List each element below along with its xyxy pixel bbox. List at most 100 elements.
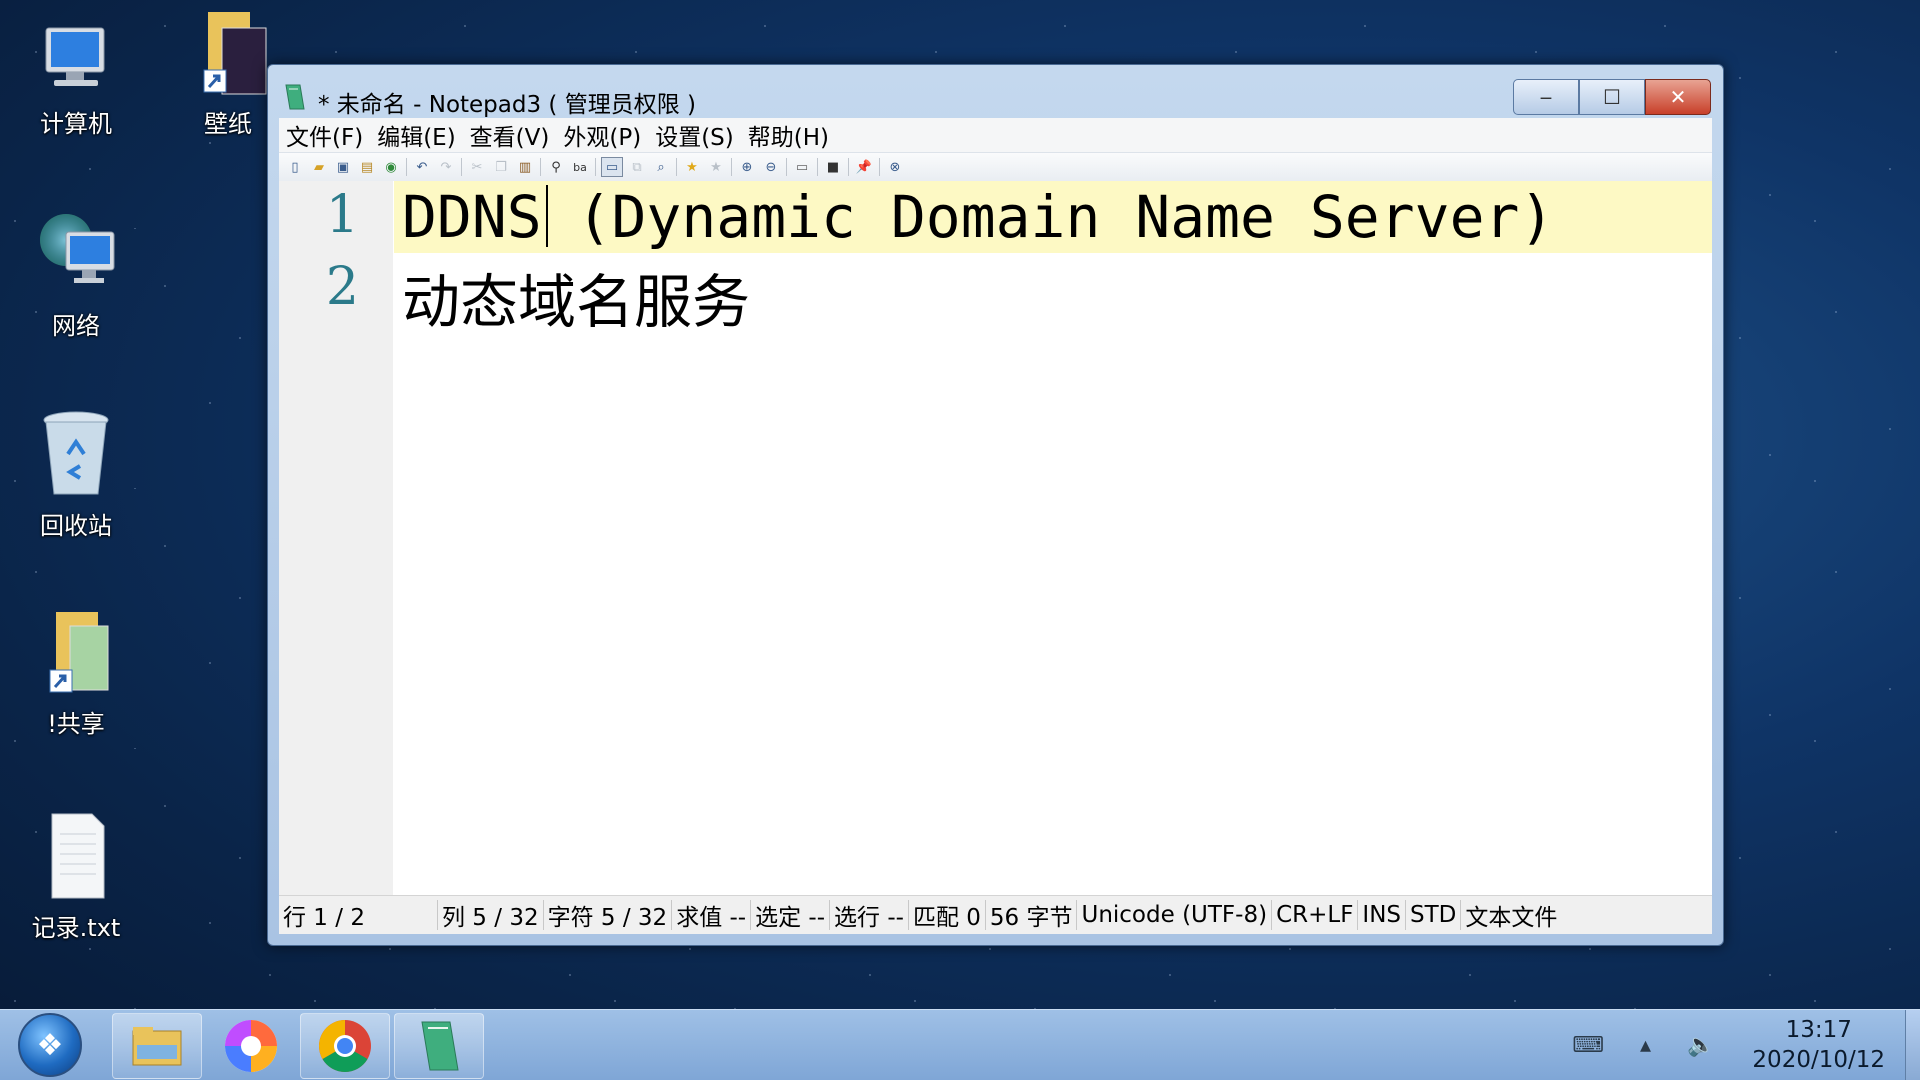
status-sum[interactable]: 求值 --: [672, 900, 752, 931]
desktop-icon-network[interactable]: 网络: [16, 206, 136, 341]
taskbar: ❖ ⌨ ▴ 🔈 13:17 2020/10/12: [0, 1009, 1920, 1080]
toolbar-separator: [406, 158, 407, 176]
open-icon[interactable]: ▰: [309, 158, 329, 176]
keyboard-icon[interactable]: ⌨: [1572, 1033, 1604, 1058]
status-chars[interactable]: 字符 5 / 32: [544, 900, 673, 931]
taskbar-pinwheel-app[interactable]: [206, 1013, 296, 1079]
desktop-icon-label: 回收站: [40, 512, 112, 540]
network-icon: [36, 206, 116, 302]
menu-file[interactable]: 文件(F): [279, 118, 370, 152]
favorite-add-icon[interactable]: ★: [682, 158, 702, 176]
toolbar-separator: [786, 158, 787, 176]
desktop-icon-computer[interactable]: 计算机: [16, 20, 136, 139]
editor-line-current[interactable]: DDNS (Dynamic Domain Name Server): [394, 181, 1712, 253]
line-number: 2: [325, 257, 359, 317]
save-icon[interactable]: ▣: [333, 158, 353, 176]
menu-help[interactable]: 帮助(H): [741, 118, 836, 152]
menu-appearance[interactable]: 外观(P): [556, 118, 648, 152]
find-icon[interactable]: ⚲: [546, 158, 566, 176]
text-caret: [546, 185, 548, 247]
status-column[interactable]: 列 5 / 32: [438, 900, 544, 931]
toolbar-separator: [731, 158, 732, 176]
maximize-button[interactable]: ☐: [1579, 79, 1645, 115]
text-file-icon: [36, 810, 116, 904]
paste-icon[interactable]: ▥: [515, 158, 535, 176]
clock-time: 13:17: [1785, 1017, 1852, 1043]
save-as-icon[interactable]: ▤: [357, 158, 377, 176]
zoom-find-icon[interactable]: ⌕: [651, 158, 671, 176]
select-all-icon[interactable]: ⧉: [627, 158, 647, 176]
menu-view[interactable]: 查看(V): [463, 118, 557, 152]
title-bar[interactable]: * 未命名 - Notepad3 ( 管理员权限 ) ‒ ☐ ✕: [268, 65, 1723, 118]
chrome-icon: [319, 1020, 371, 1072]
desktop-icon-label: !共享: [47, 710, 105, 738]
toolbar: ▯ ▰ ▣ ▤ ◉ ↶ ↷ ✂ ❐ ▥ ⚲ ba ▭ ⧉ ⌕ ★ ★ ⊕ ⊖ ▭…: [279, 153, 1712, 182]
notepad3-app-icon: [282, 83, 305, 111]
clock[interactable]: 13:17 2020/10/12: [1732, 1015, 1905, 1075]
toolbar-separator: [879, 158, 880, 176]
cut-icon[interactable]: ✂: [467, 158, 487, 176]
show-hidden-icons-icon[interactable]: ▴: [1640, 1033, 1651, 1058]
status-bar: 行 1 / 2 列 5 / 32 字符 5 / 32 求值 -- 选定 -- 选…: [279, 895, 1712, 934]
taskbar-chrome[interactable]: [300, 1013, 390, 1079]
pinwheel-app-icon: [225, 1020, 277, 1072]
menu-edit[interactable]: 编辑(E): [370, 118, 462, 152]
zoom-in-icon[interactable]: ⊕: [737, 158, 757, 176]
desktop-icon-log-txt[interactable]: 记录.txt: [16, 810, 136, 943]
status-encoding[interactable]: Unicode (UTF-8): [1077, 900, 1273, 930]
status-eol[interactable]: CR+LF: [1272, 900, 1359, 930]
window-client-area: 文件(F) 编辑(E) 查看(V) 外观(P) 设置(S) 帮助(H) ▯ ▰ …: [279, 118, 1712, 934]
editor-line[interactable]: 动态域名服务: [394, 253, 1712, 336]
volume-icon[interactable]: 🔈: [1687, 1033, 1714, 1058]
show-desktop-button[interactable]: [1905, 1010, 1920, 1080]
undo-icon[interactable]: ↶: [412, 158, 432, 176]
zoom-out-icon[interactable]: ⊖: [761, 158, 781, 176]
window-title: * 未命名 - Notepad3 ( 管理员权限 ): [318, 92, 696, 118]
toolbar-separator: [848, 158, 849, 176]
notepad3-window: * 未命名 - Notepad3 ( 管理员权限 ) ‒ ☐ ✕ 文件(F) 编…: [267, 64, 1724, 946]
close-button[interactable]: ✕: [1645, 79, 1711, 115]
desktop-icon-share[interactable]: !共享: [16, 606, 136, 739]
status-selected-lines[interactable]: 选行 --: [830, 900, 909, 931]
clock-date: 2020/10/12: [1752, 1047, 1885, 1073]
redo-icon[interactable]: ↷: [436, 158, 456, 176]
toolbar-separator: [817, 158, 818, 176]
status-std[interactable]: STD: [1406, 900, 1462, 930]
menu-settings[interactable]: 设置(S): [648, 118, 741, 152]
replace-icon[interactable]: ba: [570, 158, 590, 176]
minimize-button[interactable]: ‒: [1513, 79, 1579, 115]
copy-icon[interactable]: ❐: [491, 158, 511, 176]
line-number: 1: [325, 185, 359, 245]
status-bytes[interactable]: 56 字节: [986, 900, 1078, 931]
desktop-icon-recycle-bin[interactable]: 回收站: [16, 408, 136, 541]
browse-icon[interactable]: ◉: [381, 158, 401, 176]
file-explorer-icon: [132, 1027, 182, 1066]
status-line[interactable]: 行 1 / 2: [279, 900, 438, 931]
close-doc-icon[interactable]: ⊗: [885, 158, 905, 176]
desktop-icon-label: 计算机: [40, 110, 112, 138]
new-icon[interactable]: ▯: [285, 158, 305, 176]
folder-shortcut-icon: [36, 606, 116, 700]
start-button[interactable]: ❖: [6, 1013, 94, 1077]
toolbar-separator: [595, 158, 596, 176]
status-selection[interactable]: 选定 --: [751, 900, 831, 931]
recycle-bin-icon: [36, 408, 116, 502]
editor-area[interactable]: DDNS (Dynamic Domain Name Server) 动态域名服务…: [279, 181, 1712, 896]
status-file-type[interactable]: 文本文件: [1461, 900, 1561, 931]
toolbar-separator: [540, 158, 541, 176]
folder-shortcut-icon: [188, 6, 268, 100]
status-match[interactable]: 匹配 0: [909, 900, 986, 931]
favorite-icon[interactable]: ★: [706, 158, 726, 176]
toolbar-separator: [461, 158, 462, 176]
desktop-icon-label: 记录.txt: [31, 914, 121, 942]
taskbar-file-explorer[interactable]: [112, 1013, 202, 1079]
editor-line-text: 动态域名服务: [402, 268, 751, 336]
pin-icon[interactable]: 📌: [854, 158, 874, 176]
toolbar-separator: [676, 158, 677, 176]
scheme-icon[interactable]: ▭: [792, 158, 812, 176]
status-ins[interactable]: INS: [1358, 900, 1407, 930]
fullscreen-icon[interactable]: ■: [823, 158, 843, 176]
system-tray: ⌨ ▴ 🔈 13:17 2020/10/12: [1554, 1010, 1920, 1080]
wordwrap-icon[interactable]: ▭: [601, 157, 623, 177]
taskbar-notepad3[interactable]: [394, 1013, 484, 1079]
